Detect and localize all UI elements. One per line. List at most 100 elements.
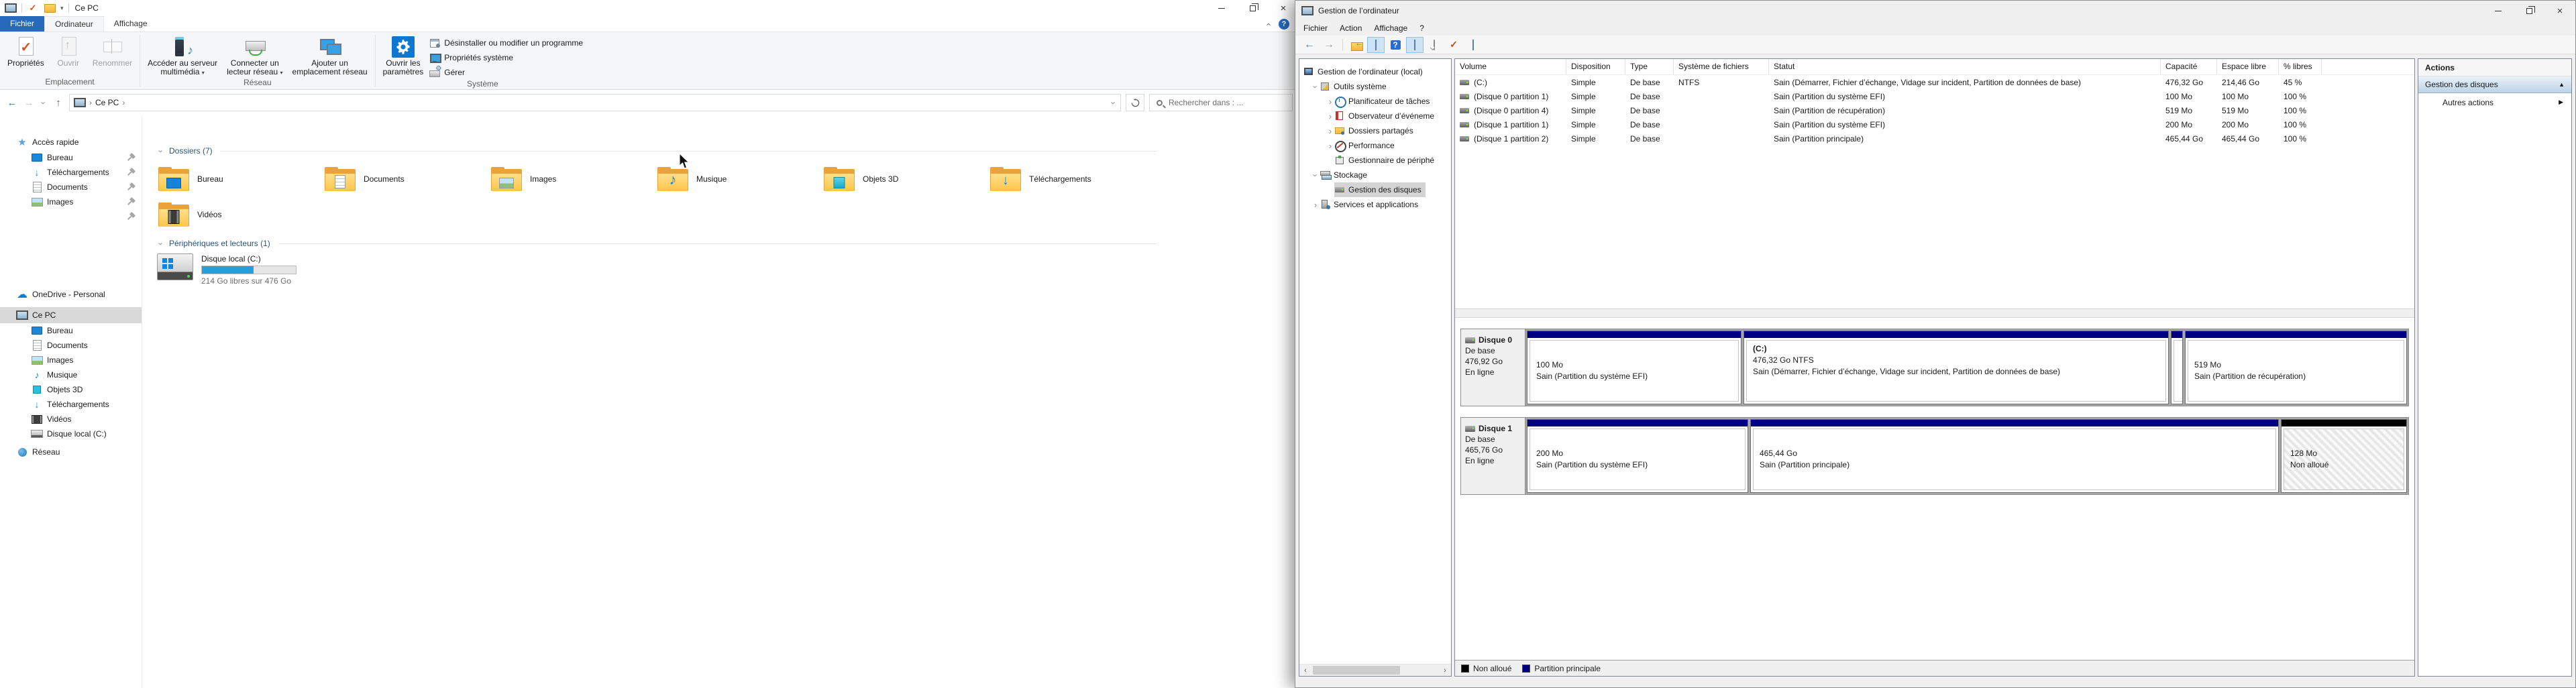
partition[interactable]: 100 Mo Sain (Partition du système EFI) <box>1527 331 1741 404</box>
refresh-button[interactable] <box>1126 94 1144 111</box>
rename-button[interactable]: Renommer <box>88 34 137 76</box>
menu-action[interactable]: Action <box>1334 21 1368 35</box>
partition[interactable]: 200 Mo Sain (Partition du système EFI) <box>1527 419 1748 493</box>
tree-item[interactable]: Stockage <box>1299 168 1451 182</box>
volume-row[interactable]: (Disque 0 partition 4) Simple De base Sain … <box>1455 103 2414 117</box>
scroll-right-icon[interactable]: › <box>1439 667 1451 675</box>
sidebar-item-Documents[interactable]: Documents <box>0 180 142 194</box>
sidebar-item-network[interactable]: Réseau <box>0 444 142 460</box>
column-header-Système de fichiers[interactable]: Système de fichiers <box>1674 59 1769 74</box>
sidebar-item-pinned[interactable] <box>0 209 142 224</box>
properties-button[interactable]: Propriétés <box>3 34 49 76</box>
system-properties-button[interactable]: Propriétés système <box>429 52 583 64</box>
tab-fichier[interactable]: Fichier <box>0 16 45 32</box>
recent-locations-dropdown[interactable] <box>40 99 48 107</box>
tab-affichage[interactable]: Affichage <box>104 16 158 32</box>
collapse-group-icon[interactable] <box>157 239 165 248</box>
chevron-right-icon[interactable] <box>1326 127 1334 135</box>
sidebar-item-Téléchargements[interactable]: Téléchargements <box>0 397 142 412</box>
sidebar-item-quick-access[interactable]: Accès rapide <box>0 134 142 150</box>
more-actions-item[interactable]: Autres actions ▶ <box>2418 93 2571 111</box>
sidebar-item-Musique[interactable]: Musique <box>0 367 142 382</box>
menu-fichier[interactable]: Fichier <box>1297 21 1334 35</box>
tree-item[interactable]: Gestion des disques <box>1299 182 1451 197</box>
column-header-Capacité[interactable]: Capacité <box>2161 59 2217 74</box>
partition[interactable]: (C:) 476,32 Go NTFS Sain (Démarrer, Fichie… <box>1743 331 2169 404</box>
sidebar-item-Objets 3D[interactable]: Objets 3D <box>0 382 142 397</box>
local-disk-c-item[interactable]: Disque local (C:) 214 Go libres sur 476 … <box>157 253 1157 286</box>
sidebar-item-this-pc[interactable]: Ce PC <box>0 307 142 323</box>
folder-tile-Images[interactable]: Images <box>490 161 656 196</box>
up-level-button[interactable] <box>1348 37 1365 53</box>
folder-tile-Documents[interactable]: Documents <box>323 161 490 196</box>
address-bar[interactable]: › Ce PC › <box>69 94 1121 111</box>
qat-properties-button[interactable] <box>27 2 39 14</box>
scrollbar-thumb[interactable] <box>1313 666 1400 675</box>
sidebar-item-Images[interactable]: Images <box>0 194 142 209</box>
folders-group-header[interactable]: Dossiers (7) <box>157 146 1157 156</box>
menu-help[interactable]: ? <box>1413 21 1430 35</box>
chevron-right-icon[interactable] <box>1326 97 1334 106</box>
chevron-right-icon[interactable] <box>1326 112 1334 121</box>
tree-item[interactable]: Gestionnaire de périphé <box>1299 153 1451 168</box>
sidebar-item-Disque local (C:)[interactable]: Disque local (C:) <box>0 426 142 441</box>
tree-item[interactable]: Outils système <box>1299 79 1451 94</box>
manage-button[interactable]: Gérer <box>429 65 583 78</box>
help-icon[interactable]: ? <box>1279 19 1289 30</box>
back-button[interactable]: ← <box>6 97 18 109</box>
dialog-button[interactable] <box>1426 37 1443 53</box>
column-header-Disposition[interactable]: Disposition <box>1566 59 1625 74</box>
disk-label[interactable]: Disque 0 De base 476,92 Go En ligne <box>1461 329 1525 406</box>
column-header-Statut[interactable]: Statut <box>1769 59 2161 74</box>
ribbon-collapse-icon[interactable]: › <box>1263 23 1273 25</box>
properties-list-button[interactable] <box>1464 37 1482 53</box>
forward-button[interactable]: → <box>23 97 35 109</box>
sidebar-item-Bureau[interactable]: Bureau <box>0 323 142 338</box>
devices-group-header[interactable]: Périphériques et lecteurs (1) <box>157 239 1157 248</box>
back-button[interactable]: ← <box>1301 37 1318 53</box>
close-button[interactable]: × <box>2544 1 2575 21</box>
show-action-pane-button[interactable] <box>1406 36 1424 53</box>
folder-tile-Objets 3D[interactable]: Objets 3D <box>822 161 989 196</box>
scrollbar-track[interactable] <box>1311 665 1439 676</box>
map-network-drive-button[interactable]: Connecter un lecteur réseau ▾ <box>222 34 287 77</box>
tree-item[interactable]: Gestion de l’ordinateur (local) <box>1299 64 1451 79</box>
chevron-down-icon[interactable] <box>1311 82 1320 91</box>
sidebar-item-Vidéos[interactable]: Vidéos <box>0 412 142 426</box>
partition[interactable]: 128 Mo Non alloué <box>2281 419 2407 493</box>
tree-item[interactable]: Services et applications <box>1299 197 1451 212</box>
tree-item[interactable]: Dossiers partagés <box>1299 123 1451 138</box>
open-settings-button[interactable]: Ouvrir les paramètres <box>378 34 429 78</box>
menu-affichage[interactable]: Affichage <box>1368 21 1413 35</box>
show-console-tree-button[interactable] <box>1367 36 1385 53</box>
disk-label[interactable]: Disque 1 De base 465,76 Go En ligne <box>1461 418 1525 494</box>
check-disk-button[interactable] <box>1445 37 1462 53</box>
scroll-left-icon[interactable]: ‹ <box>1299 667 1311 675</box>
tree-item[interactable]: Planificateur de tâches <box>1299 94 1451 109</box>
sidebar-item-Images[interactable]: Images <box>0 353 142 367</box>
volume-row[interactable]: (C:) Simple De base NTFS Sain (Démarrer, Fic… <box>1455 75 2414 89</box>
column-header-% libres[interactable]: % libres <box>2279 59 2322 74</box>
add-network-location-button[interactable]: Ajouter un emplacement réseau <box>288 34 372 77</box>
breadcrumb[interactable]: Ce PC <box>95 98 119 107</box>
restore-button[interactable] <box>2514 1 2544 21</box>
collapse-group-icon[interactable] <box>157 147 165 156</box>
tree-h-scrollbar[interactable]: ‹ › <box>1299 664 1451 676</box>
volume-row[interactable]: (Disque 1 partition 2) Simple De base Sain … <box>1455 131 2414 146</box>
actions-section-disk-management[interactable]: Gestion des disques ▲ <box>2418 76 2571 93</box>
minimize-button[interactable] <box>2483 1 2514 21</box>
up-button[interactable]: ↑ <box>52 97 64 109</box>
tree-item[interactable]: Observateur d’événeme <box>1299 109 1451 123</box>
open-button[interactable]: Ouvrir <box>49 34 88 76</box>
address-dropdown-icon[interactable] <box>1110 99 1118 107</box>
restore-button[interactable] <box>1237 0 1268 16</box>
column-header-Type[interactable]: Type <box>1625 59 1674 74</box>
minimize-button[interactable] <box>1206 0 1237 16</box>
column-header-Espace libre[interactable]: Espace libre <box>2217 59 2279 74</box>
search-input[interactable]: Rechercher dans : ... <box>1149 94 1293 111</box>
chevron-right-icon[interactable] <box>1326 141 1334 150</box>
partition[interactable]: 519 Mo Sain (Partition de récupération) <box>2185 331 2407 404</box>
partition[interactable] <box>2171 331 2183 404</box>
qat-customize-dropdown[interactable]: ▾ <box>60 5 64 12</box>
volume-row[interactable]: (Disque 0 partition 1) Simple De base Sain … <box>1455 89 2414 103</box>
